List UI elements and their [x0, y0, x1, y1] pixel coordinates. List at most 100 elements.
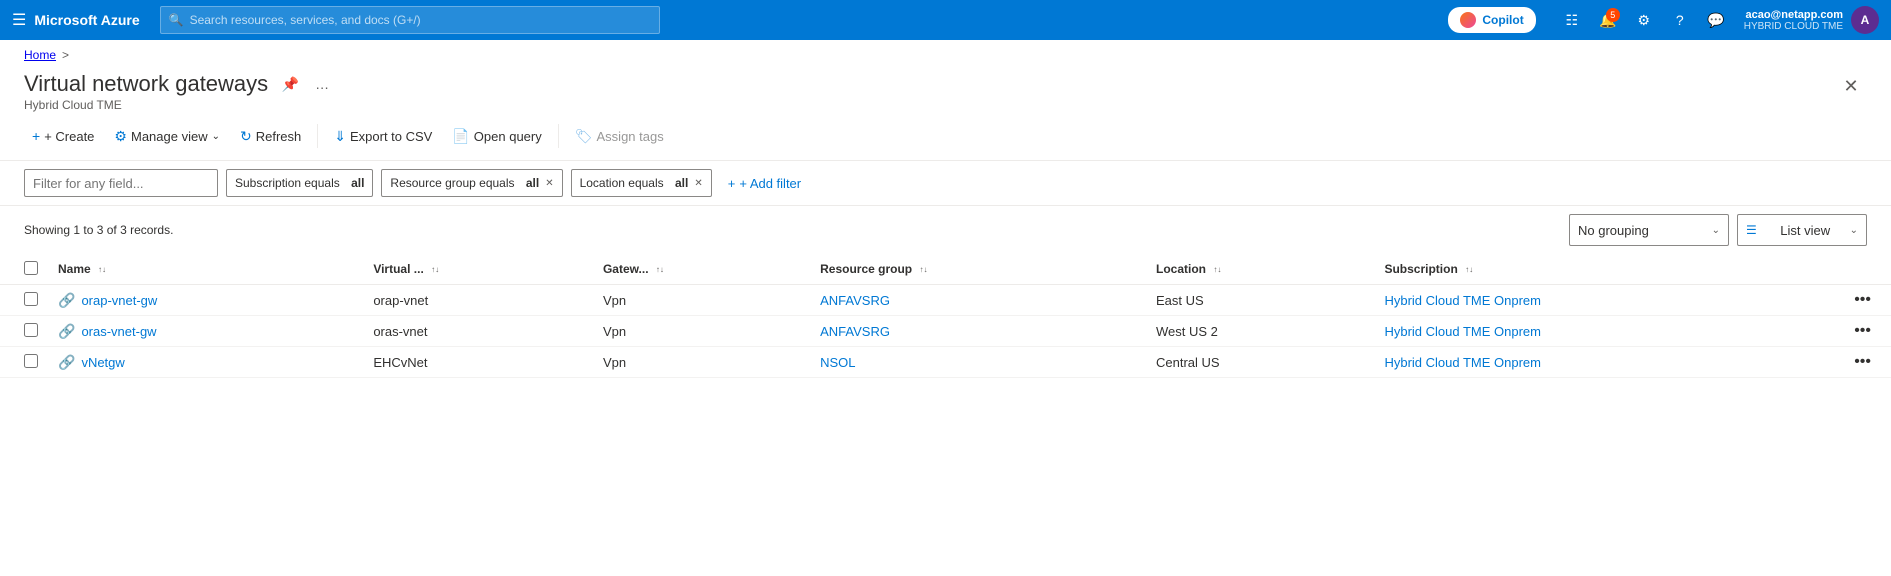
- export-csv-button[interactable]: ⇓ Export to CSV: [326, 120, 440, 152]
- col-header-subscription[interactable]: Subscription ↑↓: [1372, 254, 1834, 285]
- data-table: Name ↑↓ Virtual ... ↑↓ Gatew... ↑↓ Resou…: [0, 254, 1891, 378]
- portal-menu-icon[interactable]: ☷: [1556, 4, 1588, 36]
- gateway-icon-2: 🔗: [58, 354, 75, 371]
- row-more-button-2[interactable]: •••: [1846, 351, 1879, 372]
- row-subscription-2: Hybrid Cloud TME Onprem: [1372, 347, 1834, 378]
- row-subscription-0: Hybrid Cloud TME Onprem: [1372, 285, 1834, 316]
- table-row: 🔗 vNetgw EHCvNet Vpn NSOL Central US Hyb…: [0, 347, 1891, 378]
- grouping-dropdown[interactable]: No grouping ⌄: [1569, 214, 1729, 246]
- resource-group-filter-close-icon[interactable]: ✕: [545, 178, 553, 189]
- user-profile[interactable]: acao@netapp.com HYBRID CLOUD TME A: [1744, 6, 1879, 34]
- records-count: Showing 1 to 3 of 3 records.: [24, 223, 173, 237]
- filter-input[interactable]: [24, 169, 218, 197]
- search-input[interactable]: [190, 13, 651, 27]
- open-query-button[interactable]: 📄 Open query: [444, 120, 549, 152]
- refresh-icon: ↻: [240, 128, 252, 145]
- list-view-dropdown[interactable]: ☰ List view ⌄: [1737, 214, 1867, 246]
- col-header-resource-group[interactable]: Resource group ↑↓: [808, 254, 1144, 285]
- create-label: + Create: [44, 129, 94, 144]
- row-name-link-1[interactable]: oras-vnet-gw: [81, 324, 156, 339]
- row-resource-group-0: ANFAVSRG: [808, 285, 1144, 316]
- row-checkbox-0[interactable]: [24, 292, 38, 306]
- select-all-checkbox[interactable]: [24, 261, 38, 275]
- row-name-cell-1: 🔗 oras-vnet-gw: [46, 316, 361, 347]
- export-csv-icon: ⇓: [334, 128, 346, 145]
- global-search[interactable]: 🔍: [160, 6, 660, 34]
- toolbar: + + Create ⚙ Manage view ⌄ ↻ Refresh ⇓ E…: [0, 112, 1891, 161]
- manage-view-button[interactable]: ⚙ Manage view ⌄: [106, 120, 228, 152]
- refresh-button[interactable]: ↻ Refresh: [232, 120, 309, 152]
- subscription-filter-label: Subscription equals: [235, 176, 340, 190]
- page-title: Virtual network gateways: [24, 71, 268, 97]
- row-virtual-network-2: EHCvNet: [361, 347, 591, 378]
- create-icon: +: [32, 128, 40, 144]
- row-rg-link-2[interactable]: NSOL: [820, 355, 855, 370]
- pin-icon[interactable]: 📌: [276, 70, 304, 98]
- more-options-icon[interactable]: …: [308, 70, 336, 98]
- rg-sort-icons: ↑↓: [919, 265, 927, 274]
- location-filter-tag[interactable]: Location equals all ✕: [571, 169, 712, 197]
- row-location-1: West US 2: [1144, 316, 1372, 347]
- hamburger-menu-icon[interactable]: ☰: [12, 10, 26, 30]
- feedback-icon[interactable]: 💬: [1700, 4, 1732, 36]
- close-button[interactable]: ✕: [1835, 70, 1867, 102]
- col-header-virtual-network[interactable]: Virtual ... ↑↓: [361, 254, 591, 285]
- add-filter-label: + Add filter: [739, 176, 801, 191]
- row-checkbox-cell-1[interactable]: [0, 316, 46, 347]
- grouping-chevron-icon: ⌄: [1712, 225, 1720, 236]
- row-virtual-network-1: oras-vnet: [361, 316, 591, 347]
- row-name-link-2[interactable]: vNetgw: [81, 355, 124, 370]
- location-filter-close-icon[interactable]: ✕: [694, 178, 702, 189]
- row-sub-link-0[interactable]: Hybrid Cloud TME Onprem: [1384, 293, 1541, 308]
- row-sub-link-1[interactable]: Hybrid Cloud TME Onprem: [1384, 324, 1541, 339]
- row-location-2: Central US: [1144, 347, 1372, 378]
- row-checkbox-cell-0[interactable]: [0, 285, 46, 316]
- page-title-row: Virtual network gateways 📌 …: [24, 70, 336, 98]
- row-checkbox-2[interactable]: [24, 354, 38, 368]
- copilot-button[interactable]: Copilot: [1448, 7, 1535, 33]
- records-bar: Showing 1 to 3 of 3 records. No grouping…: [0, 206, 1891, 254]
- breadcrumb: Home >: [0, 40, 1891, 62]
- open-query-icon: 📄: [452, 128, 469, 145]
- row-more-cell-1: •••: [1834, 316, 1891, 347]
- search-icon: 🔍: [169, 13, 184, 27]
- row-name-cell-2: 🔗 vNetgw: [46, 347, 361, 378]
- help-icon[interactable]: ?: [1664, 4, 1696, 36]
- col-header-name[interactable]: Name ↑↓: [46, 254, 361, 285]
- row-rg-link-1[interactable]: ANFAVSRG: [820, 324, 890, 339]
- add-filter-button[interactable]: + + Add filter: [720, 169, 809, 197]
- export-csv-label: Export to CSV: [350, 129, 432, 144]
- manage-view-icon: ⚙: [114, 128, 127, 145]
- settings-icon[interactable]: ⚙: [1628, 4, 1660, 36]
- user-avatar[interactable]: A: [1851, 6, 1879, 34]
- nav-icon-group: ☷ 🔔 5 ⚙ ? 💬: [1556, 4, 1732, 36]
- location-filter-value: all: [675, 176, 688, 190]
- row-checkbox-1[interactable]: [24, 323, 38, 337]
- toolbar-separator-1: [317, 124, 318, 148]
- row-checkbox-cell-2[interactable]: [0, 347, 46, 378]
- resource-group-filter-label: Resource group equals: [390, 176, 514, 190]
- resource-group-filter-tag[interactable]: Resource group equals all ✕: [381, 169, 562, 197]
- col-header-gateway-type[interactable]: Gatew... ↑↓: [591, 254, 808, 285]
- row-name-link-0[interactable]: orap-vnet-gw: [81, 293, 157, 308]
- resource-group-filter-value: all: [526, 176, 539, 190]
- breadcrumb-home[interactable]: Home: [24, 48, 56, 62]
- col-header-location[interactable]: Location ↑↓: [1144, 254, 1372, 285]
- row-sub-link-2[interactable]: Hybrid Cloud TME Onprem: [1384, 355, 1541, 370]
- notifications-icon[interactable]: 🔔 5: [1592, 4, 1624, 36]
- list-view-icon: ☰: [1746, 223, 1757, 237]
- row-resource-group-2: NSOL: [808, 347, 1144, 378]
- page-subtitle: Hybrid Cloud TME: [24, 98, 336, 112]
- subscription-filter-tag[interactable]: Subscription equals all: [226, 169, 373, 197]
- row-rg-link-0[interactable]: ANFAVSRG: [820, 293, 890, 308]
- row-more-button-0[interactable]: •••: [1846, 289, 1879, 310]
- list-view-chevron-icon: ⌄: [1850, 225, 1858, 236]
- location-filter-label: Location equals: [580, 176, 664, 190]
- row-more-cell-2: •••: [1834, 347, 1891, 378]
- row-more-button-1[interactable]: •••: [1846, 320, 1879, 341]
- user-role: HYBRID CLOUD TME: [1744, 21, 1843, 32]
- notification-badge: 5: [1606, 8, 1620, 22]
- select-all-header[interactable]: [0, 254, 46, 285]
- create-button[interactable]: + + Create: [24, 120, 102, 152]
- assign-tags-button[interactable]: 🏷 Assign tags: [567, 120, 672, 152]
